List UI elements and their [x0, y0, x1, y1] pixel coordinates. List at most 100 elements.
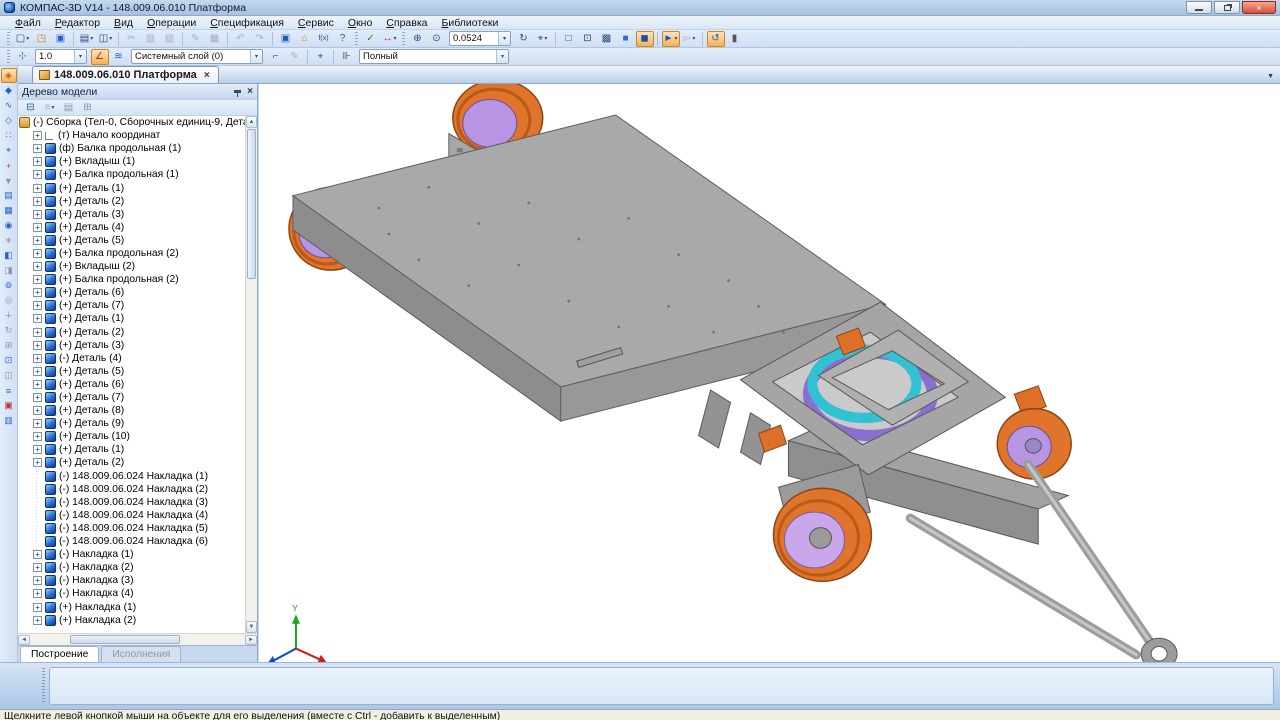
print-button[interactable]: ▤▾	[78, 31, 96, 47]
variables-fx-button[interactable]: f(x)	[315, 31, 333, 47]
expander-icon[interactable]: +	[33, 406, 42, 415]
tree-item[interactable]: (-) 148.009.06.024 Накладка (1)	[18, 470, 245, 483]
sheet-metal-button[interactable]: ◧	[1, 248, 17, 263]
expander-icon[interactable]: +	[33, 354, 42, 363]
snap-settings-button[interactable]: ⌖	[312, 49, 330, 65]
print-preview-button[interactable]: ◫▾	[97, 31, 115, 47]
tree-item[interactable]: +(+) Деталь (6)	[18, 378, 245, 391]
expander-icon[interactable]: +	[33, 550, 42, 559]
mates-button[interactable]: ∗	[1, 233, 17, 248]
menu-item-editor[interactable]: Редактор	[48, 17, 107, 29]
panel-close-icon[interactable]: ×	[247, 86, 253, 97]
tree-view-mode-button[interactable]: ⊟	[22, 100, 40, 116]
scroll-right-icon[interactable]: ►	[245, 635, 257, 645]
expander-icon[interactable]: +	[33, 184, 42, 193]
filters-button[interactable]: ▼	[1, 173, 17, 188]
tree-item[interactable]: +(+) Накладка (2)	[18, 614, 245, 627]
reports-button[interactable]: ▦	[1, 203, 17, 218]
tree-relations-button[interactable]: ⊞	[79, 100, 97, 116]
expander-icon[interactable]: +	[33, 589, 42, 598]
context-help-button[interactable]: ?	[334, 31, 352, 47]
tree-item[interactable]: (-) 148.009.06.024 Накладка (5)	[18, 522, 245, 535]
conditional-marks-button[interactable]: ◉	[1, 218, 17, 233]
tree-item[interactable]: +(+) Деталь (3)	[18, 339, 245, 352]
tree-item[interactable]: +(+) Деталь (2)	[18, 456, 245, 469]
display-hidden-thin-button[interactable]: ▩	[598, 31, 616, 47]
expander-icon[interactable]: +	[33, 301, 42, 310]
expander-icon[interactable]: +	[33, 223, 42, 232]
open-document-button[interactable]: ◳	[33, 31, 51, 47]
chevron-down-icon[interactable]: ▾	[74, 50, 86, 63]
tree-item[interactable]: (-) 148.009.06.024 Накладка (3)	[18, 496, 245, 509]
expander-icon[interactable]: +	[33, 393, 42, 402]
new-document-button[interactable]: ▢▾	[14, 31, 32, 47]
apps-panel-button[interactable]: ▥	[1, 413, 17, 428]
model-3d-view[interactable]: Y X Z	[259, 84, 1280, 662]
tree-item[interactable]: +(+) Деталь (2)	[18, 195, 245, 208]
tree-item[interactable]: +(-) Накладка (3)	[18, 574, 245, 587]
area-zoom-tool-button[interactable]: ⊞	[1, 338, 17, 353]
tree-item[interactable]: +(+) Деталь (1)	[18, 312, 245, 325]
model-3d-button[interactable]: ◆	[1, 83, 17, 98]
rotate-view-button[interactable]: ↻	[515, 31, 533, 47]
zoom-selected-button[interactable]: ⊙	[428, 31, 446, 47]
tree-item[interactable]: +(+) Накладка (1)	[18, 600, 245, 613]
document-check-button[interactable]: ✓	[362, 31, 380, 47]
variables-manager-button[interactable]: ▣	[277, 31, 295, 47]
tab-close-icon[interactable]: ×	[204, 70, 210, 81]
minimize-button[interactable]	[1186, 1, 1212, 14]
tree-item[interactable]: +(+) Деталь (3)	[18, 208, 245, 221]
menu-item-libraries[interactable]: Библиотеки	[435, 17, 506, 29]
expander-icon[interactable]: +	[33, 288, 42, 297]
expander-icon[interactable]: +	[33, 157, 42, 166]
spatial-curves-button[interactable]: ∿	[1, 98, 17, 113]
scroll-thumb[interactable]	[70, 635, 180, 644]
tree-item[interactable]: (-) 148.009.06.024 Накладка (6)	[18, 535, 245, 548]
macro-panel-button[interactable]: ▣	[1, 398, 17, 413]
tree-item[interactable]: +(-) Накладка (4)	[18, 587, 245, 600]
scroll-left-icon[interactable]: ◄	[18, 635, 30, 645]
menu-item-window[interactable]: Окно	[341, 17, 379, 29]
expander-icon[interactable]: +	[33, 131, 42, 140]
tree-item[interactable]: +(+) Деталь (2)	[18, 326, 245, 339]
load-type-combo[interactable]: Полный▾	[359, 49, 509, 64]
expander-icon[interactable]: +	[33, 341, 42, 350]
tree-item[interactable]: (-) 148.009.06.024 Накладка (4)	[18, 509, 245, 522]
expander-icon[interactable]: +	[33, 144, 42, 153]
scale-combo[interactable]: 1.0▾	[35, 49, 87, 64]
toolbar-grip[interactable]	[7, 50, 10, 63]
tree-item[interactable]: (-) 148.009.06.024 Накладка (2)	[18, 483, 245, 496]
section-view-button[interactable]: ▮	[726, 31, 744, 47]
hide-show-panel-button[interactable]: ◫	[1, 368, 17, 383]
model-rebuild-button[interactable]: ⊪	[338, 49, 356, 65]
display-shaded-button[interactable]: ■	[617, 31, 635, 47]
refresh-image-button[interactable]: ↺	[707, 31, 725, 47]
expander-icon[interactable]: +	[33, 419, 42, 428]
menu-item-help[interactable]: Справка	[379, 17, 434, 29]
tab-list-dropdown-icon[interactable]: ▼	[1267, 73, 1274, 80]
current-scale-button[interactable]: ⊹	[14, 49, 32, 65]
tree-horizontal-scrollbar[interactable]: ◄ ►	[18, 633, 257, 645]
expander-icon[interactable]: +	[33, 576, 42, 585]
tree-item[interactable]: +(+) Деталь (7)	[18, 391, 245, 404]
properties-panel-button[interactable]: ≡	[1, 383, 17, 398]
tree-item[interactable]: +(+) Деталь (10)	[18, 430, 245, 443]
tree-item[interactable]: +(+) Балка продольная (2)	[18, 247, 245, 260]
layer-combo[interactable]: Системный слой (0)▾	[131, 49, 263, 64]
tree-item[interactable]: +(-) Накладка (2)	[18, 561, 245, 574]
library-manager-button[interactable]: ⌂	[296, 31, 314, 47]
layers-states-button[interactable]: ≋	[110, 49, 128, 65]
model-viewport[interactable]: Y X Z	[258, 84, 1280, 662]
dimensions-mode-button[interactable]: ↔▾	[381, 31, 399, 47]
edit-component-button[interactable]: ◈	[1, 68, 17, 83]
pin-icon[interactable]	[234, 90, 241, 93]
expander-icon[interactable]: +	[33, 563, 42, 572]
toolbar-grip[interactable]	[355, 32, 358, 45]
tree-item[interactable]: +(+) Вкладыш (2)	[18, 260, 245, 273]
expander-icon[interactable]: +	[33, 328, 42, 337]
tree-vertical-scrollbar[interactable]: ▲ ▼	[245, 116, 257, 633]
expander-icon[interactable]: +	[33, 445, 42, 454]
chevron-down-icon[interactable]: ▾	[496, 50, 508, 63]
tree-item[interactable]: +(+) Деталь (7)	[18, 299, 245, 312]
aux-geometry-button[interactable]: ⌖	[1, 143, 17, 158]
